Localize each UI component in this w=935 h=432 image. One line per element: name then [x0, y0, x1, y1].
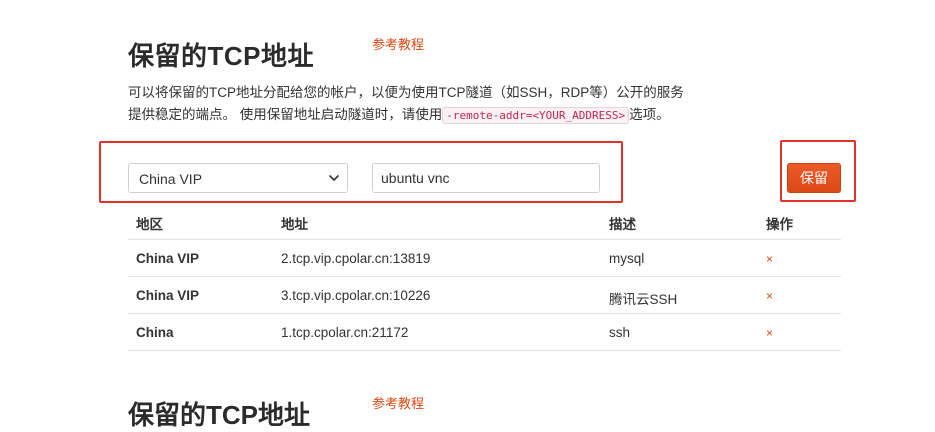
region-select-value: China VIP: [139, 171, 203, 187]
table-row: China 1.tcp.cpolar.cn:21172 ssh ×: [128, 314, 841, 351]
row-region: China VIP: [136, 288, 200, 303]
remote-addr-code: -remote-addr=<YOUR_ADDRESS>: [442, 107, 630, 124]
table-row: China VIP 2.tcp.vip.cpolar.cn:13819 mysq…: [128, 240, 841, 277]
row-address: 2.tcp.vip.cpolar.cn:13819: [281, 251, 431, 266]
row-address: 3.tcp.vip.cpolar.cn:10226: [281, 288, 431, 303]
chevron-down-icon: [329, 175, 339, 181]
region-select[interactable]: China VIP: [128, 163, 348, 193]
description-line-2-suffix: 选项。: [629, 107, 670, 122]
close-icon[interactable]: ×: [766, 326, 773, 340]
reserve-button[interactable]: 保留: [787, 163, 841, 193]
tutorial-link[interactable]: 参考教程: [372, 34, 424, 53]
description-line-1: 可以将保留的TCP地址分配给您的帐户，以便为使用TCP隧道（如SSH，RDP等）…: [128, 85, 684, 100]
row-region: China: [136, 325, 174, 340]
header-description: 描述: [609, 217, 636, 232]
page-title: 保留的TCP地址: [128, 41, 315, 71]
row-description: 腾讯云SSH: [609, 292, 678, 307]
description-input[interactable]: [372, 163, 600, 193]
table-header-row: 地区 地址 描述 操作: [128, 203, 841, 240]
header-actions: 操作: [766, 217, 793, 232]
row-description: mysql: [609, 251, 645, 266]
next-section-title: 保留的TCP地址: [128, 400, 311, 430]
row-description: ssh: [609, 325, 631, 340]
description-line-2-prefix: 提供稳定的端点。 使用保留地址启动隧道时，请使用: [128, 107, 443, 122]
next-tutorial-link[interactable]: 参考教程: [372, 393, 424, 412]
section-description: 可以将保留的TCP地址分配给您的帐户，以便为使用TCP隧道（如SSH，RDP等）…: [128, 82, 708, 127]
close-icon[interactable]: ×: [766, 252, 773, 266]
row-address: 1.tcp.cpolar.cn:21172: [281, 325, 409, 340]
reserved-address-table: 地区 地址 描述 操作 China VIP 2.tcp.vip.cpolar.c…: [128, 203, 841, 351]
header-region: 地区: [136, 217, 163, 232]
table-row: China VIP 3.tcp.vip.cpolar.cn:10226 腾讯云S…: [128, 277, 841, 314]
row-region: China VIP: [136, 251, 200, 266]
header-address: 地址: [281, 217, 308, 232]
close-icon[interactable]: ×: [766, 289, 773, 303]
